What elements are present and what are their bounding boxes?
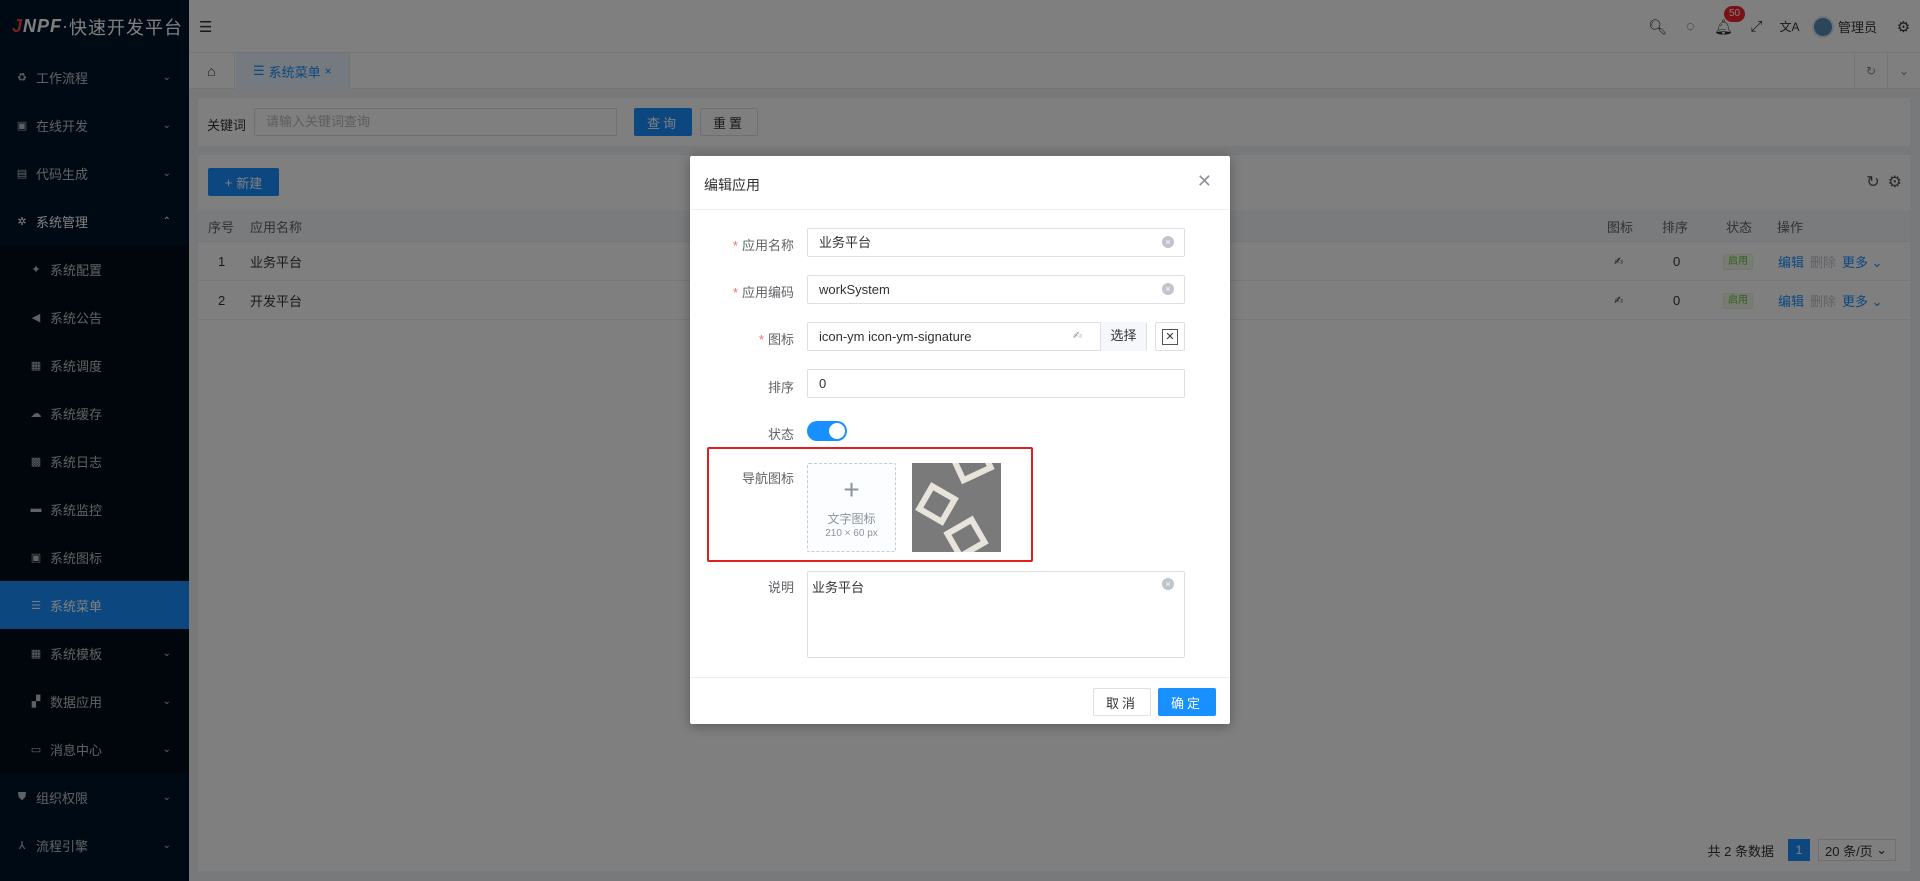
toggle-knob <box>829 423 845 439</box>
app-code-value: workSystem <box>819 282 890 297</box>
sort-label: 排序 <box>767 380 794 395</box>
upload-hint: 210 × 60 px <box>825 528 878 539</box>
icon-select-button[interactable]: 选择 <box>1100 322 1146 351</box>
app-name-label: * 应用名称 <box>732 238 794 253</box>
icon-input[interactable]: icon-ym icon-ym-signature ✍ 选择 <box>807 322 1147 351</box>
clear-icon[interactable]: × <box>1162 236 1174 248</box>
plus-icon: + <box>843 474 860 505</box>
status-label: 状态 <box>767 427 794 442</box>
app-name-input[interactable]: 业务平台 × <box>807 228 1185 257</box>
upload-text: 文字图标 <box>827 512 876 526</box>
edit-app-dialog: 编辑应用 ✕ * 应用名称 业务平台 × * 应用编码 workSystem × *… <box>690 156 1230 724</box>
dialog-footer: 取消 确定 <box>690 677 1230 724</box>
desc-textarea[interactable]: 业务平台 × <box>807 571 1185 658</box>
icon-preview: ✕ <box>1155 322 1185 351</box>
app-name-value: 业务平台 <box>819 235 872 250</box>
cancel-button[interactable]: 取消 <box>1093 688 1151 716</box>
app-code-label: * 应用编码 <box>732 285 794 300</box>
desc-value: 业务平台 <box>812 580 865 595</box>
status-toggle[interactable] <box>807 421 847 441</box>
desc-label: 说明 <box>767 580 794 595</box>
confirm-button[interactable]: 确定 <box>1158 688 1216 716</box>
close-square-icon: ✕ <box>1162 328 1178 345</box>
icon-value: icon-ym icon-ym-signature <box>819 329 972 344</box>
signature-icon: ✍ <box>1072 330 1082 342</box>
dialog-title: 编辑应用 <box>704 177 760 193</box>
clear-icon[interactable]: × <box>1162 283 1174 295</box>
dialog-header: 编辑应用 ✕ <box>690 156 1230 210</box>
sort-value: 0 <box>819 376 827 391</box>
close-icon[interactable]: ✕ <box>1197 171 1212 192</box>
upload-nav-icon[interactable]: + 文字图标 210 × 60 px <box>807 463 896 552</box>
nav-icon-label: 导航图标 <box>741 471 794 486</box>
app-code-input[interactable]: workSystem × <box>807 275 1185 304</box>
clear-icon[interactable]: × <box>1162 578 1174 590</box>
sort-input[interactable]: 0 <box>807 369 1185 398</box>
icon-label: * 图标 <box>758 332 794 347</box>
nav-icon-preview-image[interactable] <box>912 463 1001 552</box>
